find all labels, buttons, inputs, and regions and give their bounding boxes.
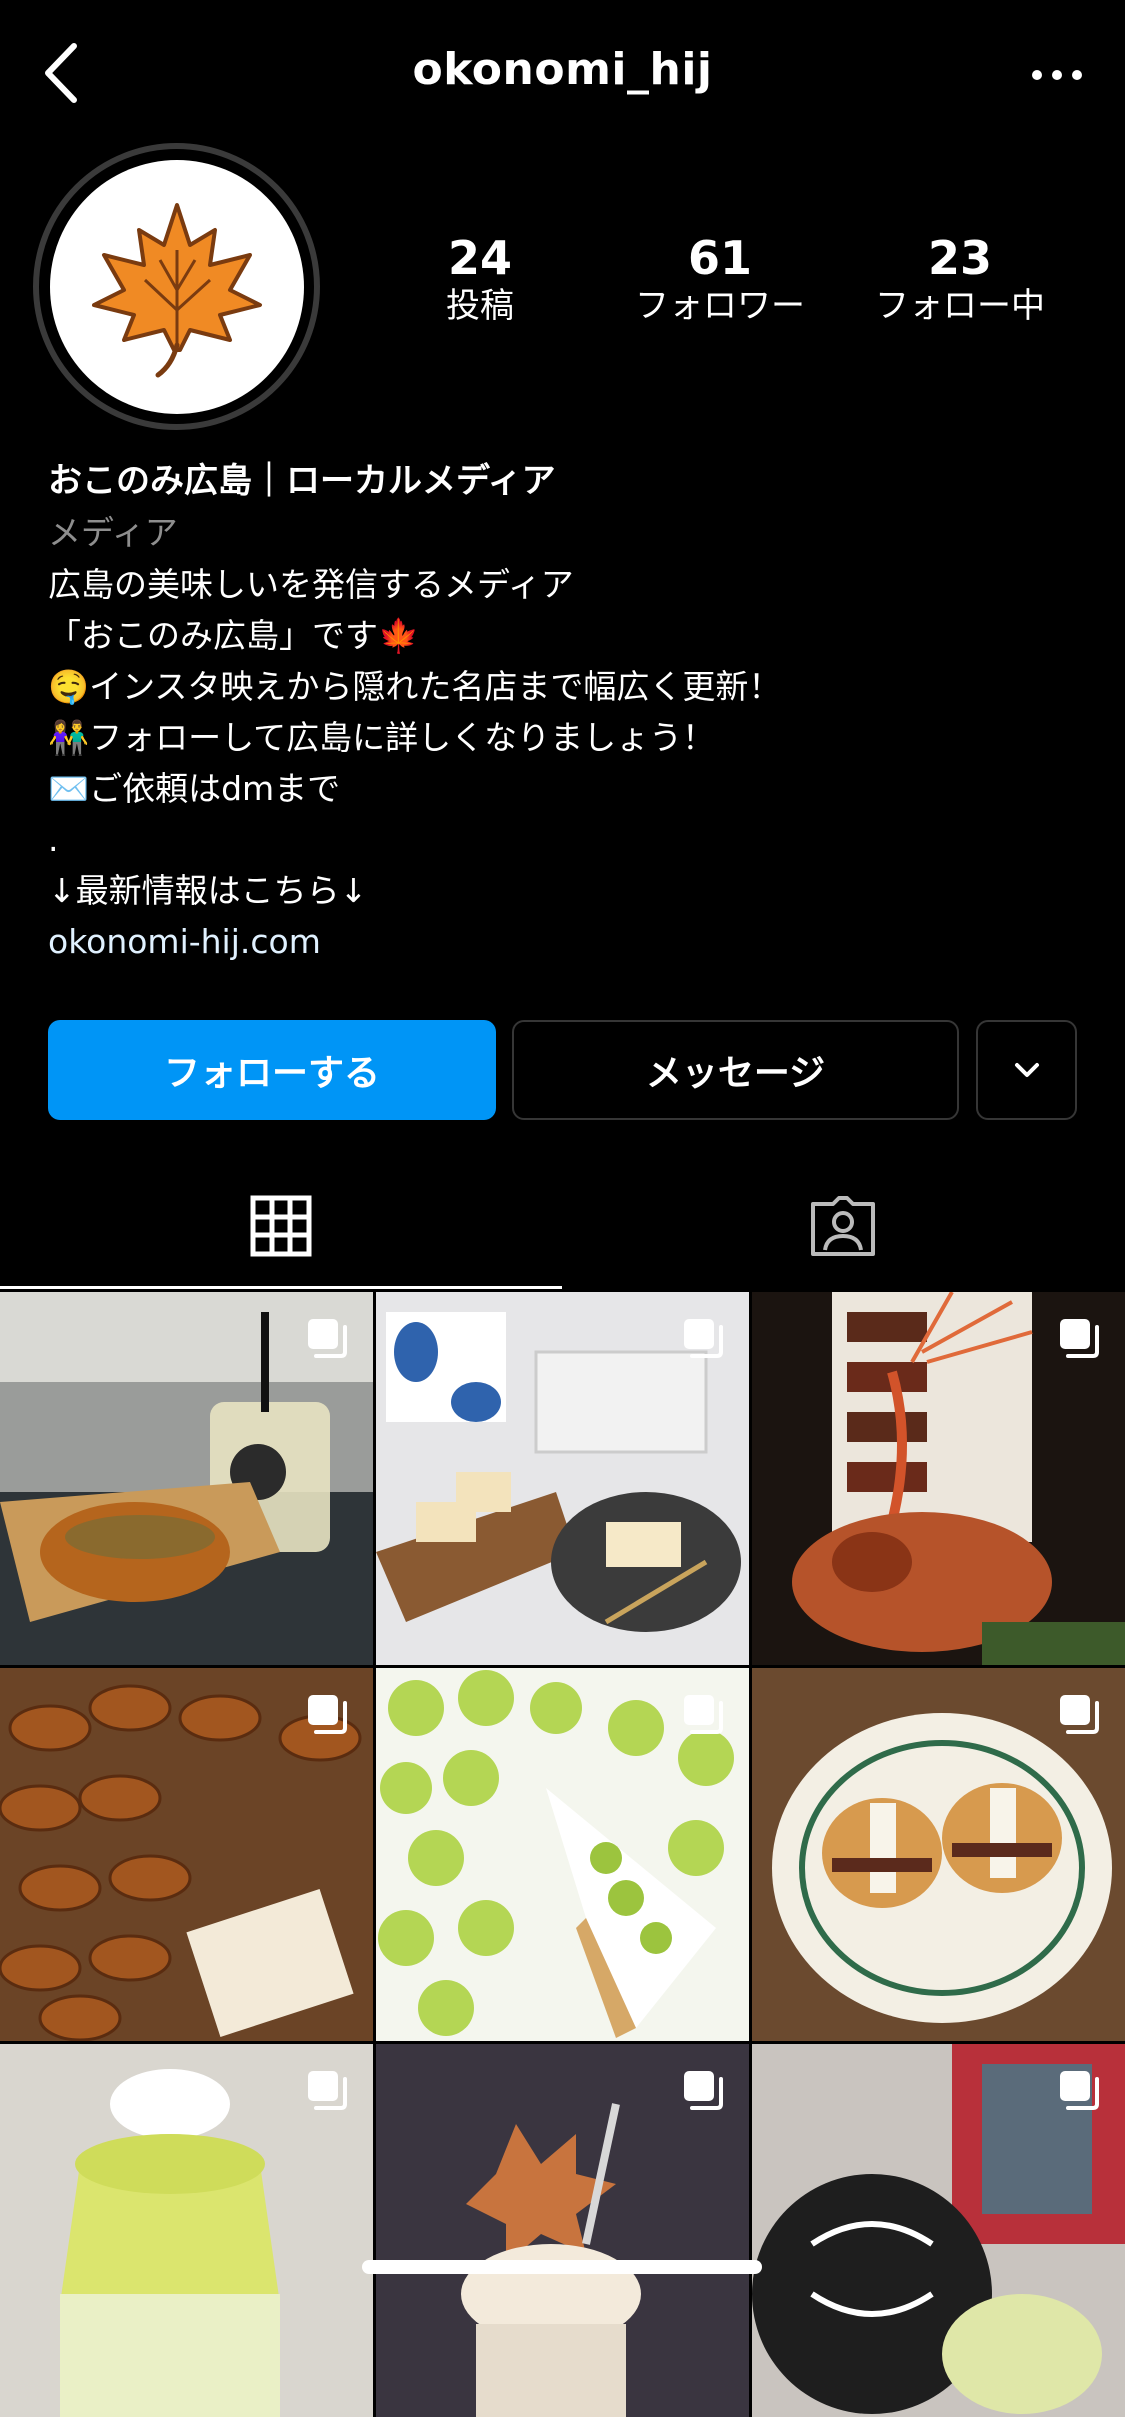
profile-display-name: おこのみ広島｜ローカルメディア [48,461,556,501]
profile-tabs [0,1160,1125,1292]
active-tab-indicator [0,1286,562,1289]
post-thumbnail[interactable] [752,2044,1125,2417]
bio-line: . [48,820,59,859]
stat-posts[interactable]: 24 投稿 [360,232,600,328]
tab-tagged[interactable] [562,1160,1124,1292]
profile-category: メディア [48,513,178,552]
tagged-person-icon [811,1196,875,1256]
bio-line: ↓最新情報はこちら↓ [48,871,368,910]
profile-username: okonomi_hij [412,44,713,95]
multiple-photos-icon [308,2071,347,2110]
grid-icon [250,1195,312,1257]
post-thumbnail[interactable] [376,1668,749,2041]
tab-posts-grid[interactable] [0,1160,562,1292]
post-thumbnail[interactable] [0,1292,373,1665]
suggested-accounts-button[interactable] [976,1020,1077,1120]
top-bar: okonomi_hij [0,0,1125,150]
following-count: 23 [927,231,992,285]
stat-followers[interactable]: 61 フォロワー [600,232,840,328]
more-options-icon[interactable] [1027,60,1087,90]
bio-line: 🤤インスタ映えから隠れた名店まで幅広く更新！ [48,667,782,706]
multiple-photos-icon [1060,1319,1099,1358]
posts-label: 投稿 [446,286,514,326]
profile-website-link[interactable]: okonomi-hij.com [48,916,1078,968]
bio-line: 広島の美味しいを発信するメディア [48,565,574,604]
maple-leaf-logo [92,203,262,378]
bio-line: 👫フォローして広島に詳しくなりましょう！ [48,718,716,757]
multiple-photos-icon [684,1695,723,1734]
multiple-photos-icon [684,1319,723,1358]
multiple-photos-icon [1060,1695,1099,1734]
chevron-down-icon [1014,1063,1039,1077]
posts-count: 24 [447,231,512,285]
post-thumbnail[interactable] [376,1292,749,1665]
profile-bio: おこのみ広島｜ローカルメディア メディア 広島の美味しいを発信するメディア 「お… [48,455,1078,968]
post-thumbnail[interactable] [752,1292,1125,1665]
followers-label: フォロワー [635,286,805,326]
multiple-photos-icon [684,2071,723,2110]
bio-line: ✉️ご依頼はdmまで [48,769,341,808]
multiple-photos-icon [1060,2071,1099,2110]
followers-count: 61 [687,231,752,285]
message-button[interactable]: メッセージ [512,1020,959,1120]
post-thumbnail[interactable] [0,1668,373,2041]
post-thumbnail[interactable] [376,2044,749,2417]
avatar[interactable] [50,160,304,414]
stat-following[interactable]: 23 フォロー中 [840,232,1080,328]
multiple-photos-icon [308,1319,347,1358]
multiple-photos-icon [308,1695,347,1734]
post-thumbnail[interactable] [0,2044,373,2417]
following-label: フォロー中 [875,286,1045,326]
follow-button[interactable]: フォローする [48,1020,496,1120]
profile-stats: 24 投稿 61 フォロワー 23 フォロー中 [360,232,1080,328]
bio-line: 「おこのみ広島」です🍁 [48,616,420,655]
home-indicator[interactable] [362,2260,762,2274]
post-thumbnail[interactable] [752,1668,1125,2041]
